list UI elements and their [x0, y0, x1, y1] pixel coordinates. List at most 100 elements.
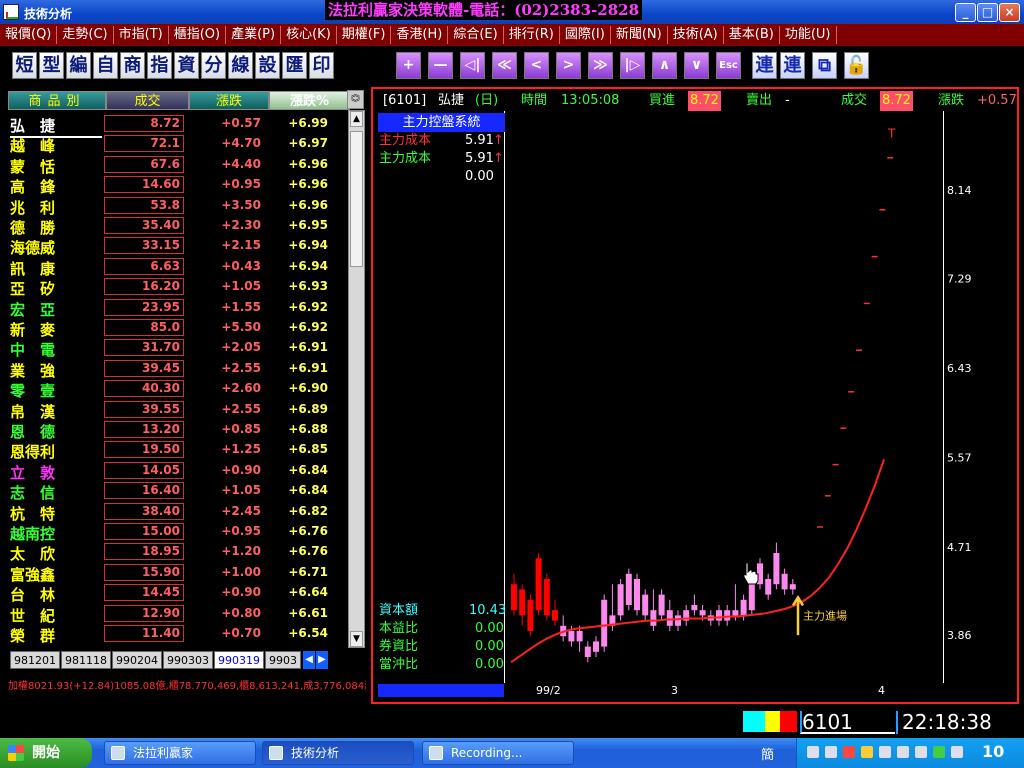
task-ferrari[interactable]: 法拉利贏家 [104, 741, 256, 765]
menu-item[interactable]: 國際(I) [560, 26, 611, 44]
menu-item[interactable]: 走勢(C) [57, 26, 114, 44]
nav-button[interactable]: — [428, 52, 453, 79]
collapse-icon[interactable]: ︽ ︾ [347, 90, 364, 109]
table-row[interactable]: 恩 德 13.20 +0.85 +6.88 [8, 419, 350, 441]
nav-button[interactable]: |▷ [620, 52, 645, 79]
ime-indicator[interactable]: 簡 [761, 744, 774, 763]
table-row[interactable]: 富強鑫 15.90 +1.00 +6.71 [8, 562, 350, 584]
nav-button[interactable]: > [556, 52, 581, 79]
table-row[interactable]: 台 林 14.45 +0.90 +6.64 [8, 582, 350, 604]
tray-icon[interactable] [807, 746, 819, 758]
menu-item[interactable]: 報價(Q) [0, 26, 58, 44]
table-row[interactable]: 兆 利 53.8 +3.50 +6.96 [8, 195, 350, 217]
table-row[interactable]: 杭 特 38.40 +2.45 +6.82 [8, 501, 350, 523]
col-pct-header[interactable]: 漲跌% [269, 91, 350, 110]
stock-code-input[interactable]: 6101 [800, 711, 895, 734]
table-row[interactable]: 業 強 39.45 +2.55 +6.91 [8, 358, 350, 380]
task-recording[interactable]: Recording... [422, 741, 574, 765]
col-name-header[interactable]: 商品別 [8, 91, 106, 110]
col-change-header[interactable]: 漲跌 [189, 91, 269, 110]
toolbar-button[interactable]: 商 [120, 52, 145, 79]
tab-next-icon[interactable]: ▶ [316, 651, 328, 669]
link-button[interactable]: 連 [752, 52, 777, 79]
table-row[interactable]: 訊 康 6.63 +0.43 +6.94 [8, 256, 350, 278]
window-icon[interactable]: ⧉ [812, 52, 837, 79]
maximize-button[interactable]: □ [977, 3, 998, 22]
menu-item[interactable]: 產業(P) [226, 26, 282, 44]
nav-button[interactable]: ∧ [652, 52, 677, 79]
menu-item[interactable]: 香港(H) [391, 26, 449, 44]
table-row[interactable]: 世 紀 12.90 +0.80 +6.61 [8, 603, 350, 625]
candlestick-chart[interactable]: 8.14 7.29 6.43 5.57 4.71 3.86 T 主力進場 [505, 111, 1015, 683]
table-row[interactable]: 德 勝 35.40 +2.30 +6.95 [8, 215, 350, 237]
table-row[interactable]: 恩得利 19.50 +1.25 +6.85 [8, 439, 350, 461]
toolbar-button[interactable]: 編 [66, 52, 91, 79]
tray-icon[interactable] [915, 746, 927, 758]
table-row[interactable]: 立 敦 14.05 +0.90 +6.84 [8, 460, 350, 482]
nav-button[interactable]: ◁| [460, 52, 485, 79]
menu-item[interactable]: 功能(U) [780, 26, 837, 44]
nav-button[interactable]: ≫ [588, 52, 613, 79]
scroll-up-icon[interactable]: ▲ [350, 111, 363, 127]
table-row[interactable]: 帛 漢 39.55 +2.55 +6.89 [8, 399, 350, 421]
scroll-down-icon[interactable]: ▼ [350, 631, 363, 647]
scroll-thumb[interactable] [350, 131, 363, 267]
tray-icon[interactable] [879, 746, 891, 758]
toolbar-button[interactable]: 線 [228, 52, 253, 79]
control-system-title[interactable]: 主力控盤系統 [378, 113, 505, 132]
toolbar-button[interactable]: 設 [255, 52, 280, 79]
menu-item[interactable]: 綜合(E) [448, 26, 504, 44]
table-row[interactable]: 太 欣 18.95 +1.20 +6.76 [8, 541, 350, 563]
tab-date[interactable]: 981201 [10, 651, 60, 669]
nav-button[interactable]: ≪ [492, 52, 517, 79]
toolbar-button[interactable]: 指 [147, 52, 172, 79]
menu-item[interactable]: 排行(R) [504, 26, 560, 44]
tab-date[interactable]: 990303 [163, 651, 213, 669]
tab-date[interactable]: 9903 [265, 651, 301, 669]
table-row[interactable]: 宏 亞 23.95 +1.55 +6.92 [8, 297, 350, 319]
menu-item[interactable]: 核心(K) [281, 26, 337, 44]
tray-icon[interactable] [933, 746, 945, 758]
nav-button[interactable]: Esc [716, 52, 741, 79]
menu-item[interactable]: 基本(B) [724, 26, 780, 44]
tray-icon[interactable] [951, 746, 963, 758]
table-row[interactable]: 越 峰 72.1 +4.70 +6.97 [8, 133, 350, 155]
tray-icon[interactable] [897, 746, 909, 758]
table-row[interactable]: 弘 捷 8.72 +0.57 +6.99 [8, 113, 350, 138]
tray-icon[interactable] [861, 746, 873, 758]
menu-item[interactable]: 市指(T) [114, 26, 169, 44]
start-button[interactable]: 開始 [0, 738, 92, 768]
tab-date[interactable]: 981118 [61, 651, 111, 669]
toolbar-button[interactable]: 資 [174, 52, 199, 79]
tab-date[interactable]: 990204 [112, 651, 162, 669]
table-row[interactable]: 新 麥 85.0 +5.50 +6.92 [8, 317, 350, 339]
tray-icon[interactable] [825, 746, 837, 758]
task-technical[interactable]: 技術分析 [262, 741, 414, 765]
menu-item[interactable]: 期權(F) [337, 26, 392, 44]
menu-item[interactable]: 技術(A) [668, 26, 724, 44]
nav-button[interactable]: ∨ [684, 52, 709, 79]
nav-button[interactable]: < [524, 52, 549, 79]
table-row[interactable]: 榮 群 11.40 +0.70 +6.54 [8, 623, 350, 645]
table-row[interactable]: 中 電 31.70 +2.05 +6.91 [8, 337, 350, 359]
table-row[interactable]: 蒙 恬 67.6 +4.40 +6.96 [8, 154, 350, 176]
menu-item[interactable]: 櫃指(O) [169, 26, 227, 44]
nav-button[interactable]: + [396, 52, 421, 79]
table-row[interactable]: 零 壹 40.30 +2.60 +6.90 [8, 378, 350, 400]
table-row[interactable]: 高 鋒 14.60 +0.95 +6.96 [8, 174, 350, 196]
toolbar-button[interactable]: 分 [201, 52, 226, 79]
toolbar-button[interactable]: 匯 [282, 52, 307, 79]
link-button[interactable]: 連 [780, 52, 805, 79]
tab-prev-icon[interactable]: ◀ [303, 651, 315, 669]
lock-icon[interactable]: 🔓 [844, 52, 869, 79]
col-price-header[interactable]: 成交 [106, 91, 189, 110]
menu-item[interactable]: 新聞(N) [611, 26, 668, 44]
toolbar-button[interactable]: 型 [39, 52, 64, 79]
table-row[interactable]: 亞 矽 16.20 +1.05 +6.93 [8, 276, 350, 298]
toolbar-button[interactable]: 印 [309, 52, 334, 79]
close-button[interactable]: × [999, 3, 1020, 22]
tab-date[interactable]: 990319 [214, 651, 264, 669]
minimize-button[interactable]: _ [955, 3, 976, 22]
table-row[interactable]: 志 信 16.40 +1.05 +6.84 [8, 480, 350, 502]
toolbar-button[interactable]: 自 [93, 52, 118, 79]
